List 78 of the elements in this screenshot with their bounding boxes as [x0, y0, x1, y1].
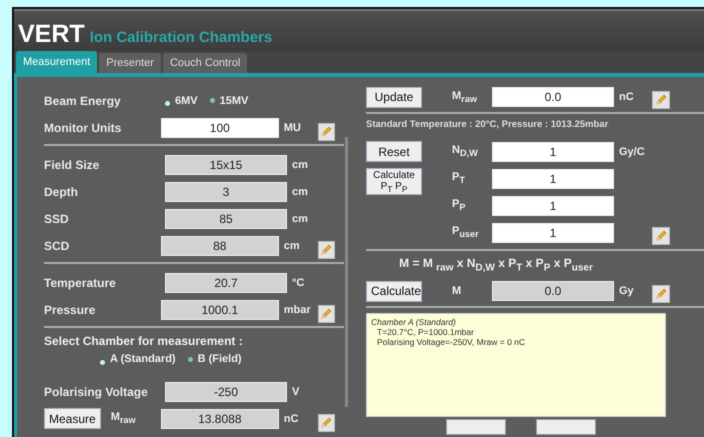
unit-label: cm: [291, 212, 309, 224]
field-label: Beam Energy: [44, 94, 122, 108]
radio-option[interactable]: 6MV: [165, 94, 198, 106]
unit-label: V: [291, 386, 300, 398]
field-label: Polarising Voltage: [44, 384, 149, 398]
field-label: P$_{P}$: [451, 198, 466, 213]
edit-button[interactable]: [318, 414, 335, 432]
field-label: Monitor Units: [44, 120, 122, 134]
input-field[interactable]: 3: [165, 182, 287, 202]
edit-button[interactable]: [318, 122, 335, 140]
pencil-icon: [655, 288, 667, 300]
action-button[interactable]: Calculate P$_{T}$ P$_{P}$: [366, 168, 422, 195]
unit-label: Gy/C: [618, 146, 646, 158]
field-label: P$_{user}$: [451, 225, 480, 240]
input-field[interactable]: 1000.1: [160, 300, 279, 320]
input-field[interactable]: -250: [165, 382, 287, 402]
input-field[interactable]: 1: [492, 142, 614, 162]
input-field[interactable]: 1: [492, 222, 614, 242]
field-label: M$_{raw}$: [110, 411, 136, 426]
button[interactable]: [446, 419, 506, 436]
unit-label: Gy: [618, 285, 635, 298]
info-text: Standard Temperature : 20°C, Pressure : 1013.25mbar: [366, 119, 610, 130]
section-label: Select Chamber for measurement :: [44, 334, 244, 348]
edit-button[interactable]: [652, 91, 670, 109]
edit-button[interactable]: [318, 304, 335, 322]
unit-label: nC: [618, 91, 635, 103]
unit-label: cm: [291, 158, 309, 170]
field-label: Temperature: [44, 276, 117, 290]
input-field[interactable]: 20.7: [165, 272, 287, 292]
note-line: Chamber A (Standard): [371, 317, 457, 328]
output-field: 0.0: [492, 281, 614, 302]
field-label: M$_{raw}$: [451, 90, 478, 104]
app-title: Ion Calibration Chambers: [90, 29, 272, 47]
unit-label: MU: [282, 122, 302, 134]
input-field[interactable]: 0.0: [492, 87, 614, 107]
field-label: M: [451, 285, 462, 298]
input-field[interactable]: 85: [165, 208, 287, 228]
field-label: Field Size: [44, 158, 100, 172]
measure-button[interactable]: Measure: [44, 408, 101, 429]
pencil-icon: [655, 94, 667, 106]
action-button[interactable]: Reset: [366, 141, 422, 162]
unit-label: °C: [291, 276, 306, 288]
pencil-icon: [320, 244, 332, 256]
unit-label: nC: [282, 412, 300, 424]
unit-label: cm: [282, 240, 301, 252]
field-label: SCD: [44, 238, 70, 252]
input-field[interactable]: 1: [492, 196, 614, 216]
radio-option[interactable]: A (Standard): [100, 353, 176, 365]
input-field[interactable]: 1: [492, 168, 614, 188]
pencil-icon: [320, 126, 332, 138]
calculate-button[interactable]: Calculate: [366, 280, 422, 302]
input-field[interactable]: 88: [160, 236, 279, 256]
button[interactable]: [536, 419, 596, 436]
unit-label: mbar: [282, 304, 312, 316]
edit-button[interactable]: [652, 226, 670, 244]
input-field[interactable]: 100: [160, 118, 279, 138]
unit-label: cm: [291, 186, 309, 198]
tab[interactable]: Couch Control: [162, 53, 248, 73]
field-label: P$_{T}$: [451, 171, 466, 186]
pencil-icon: [320, 308, 332, 320]
formula-text: M = M $_{raw}$ x N$_{D,W}$ x P$_{T}$ x P$_{P}$ x P$_{user}$: [398, 256, 594, 274]
note-line: T=20.7°C, P=1000.1mbar: [376, 327, 475, 338]
note-line: Polarising Voltage=-250V, Mraw = 0 nC: [376, 337, 526, 348]
pencil-icon: [320, 416, 332, 428]
radio-option[interactable]: 15MV: [210, 94, 248, 106]
edit-button[interactable]: [318, 240, 335, 258]
pencil-icon: [655, 230, 667, 242]
field-label: N$_{D,W}$: [451, 144, 479, 159]
input-field[interactable]: 15x15: [165, 154, 287, 174]
tab[interactable]: Presenter: [99, 53, 161, 73]
radio-option[interactable]: B (Field): [188, 353, 242, 365]
input-field[interactable]: 13.8088: [160, 408, 279, 428]
field-label: Pressure: [44, 302, 96, 316]
app-logo: VERT: [18, 22, 85, 47]
field-label: SSD: [44, 212, 70, 226]
update-button[interactable]: Update: [366, 86, 422, 108]
field-label: Depth: [44, 184, 79, 198]
edit-button[interactable]: [652, 285, 670, 304]
